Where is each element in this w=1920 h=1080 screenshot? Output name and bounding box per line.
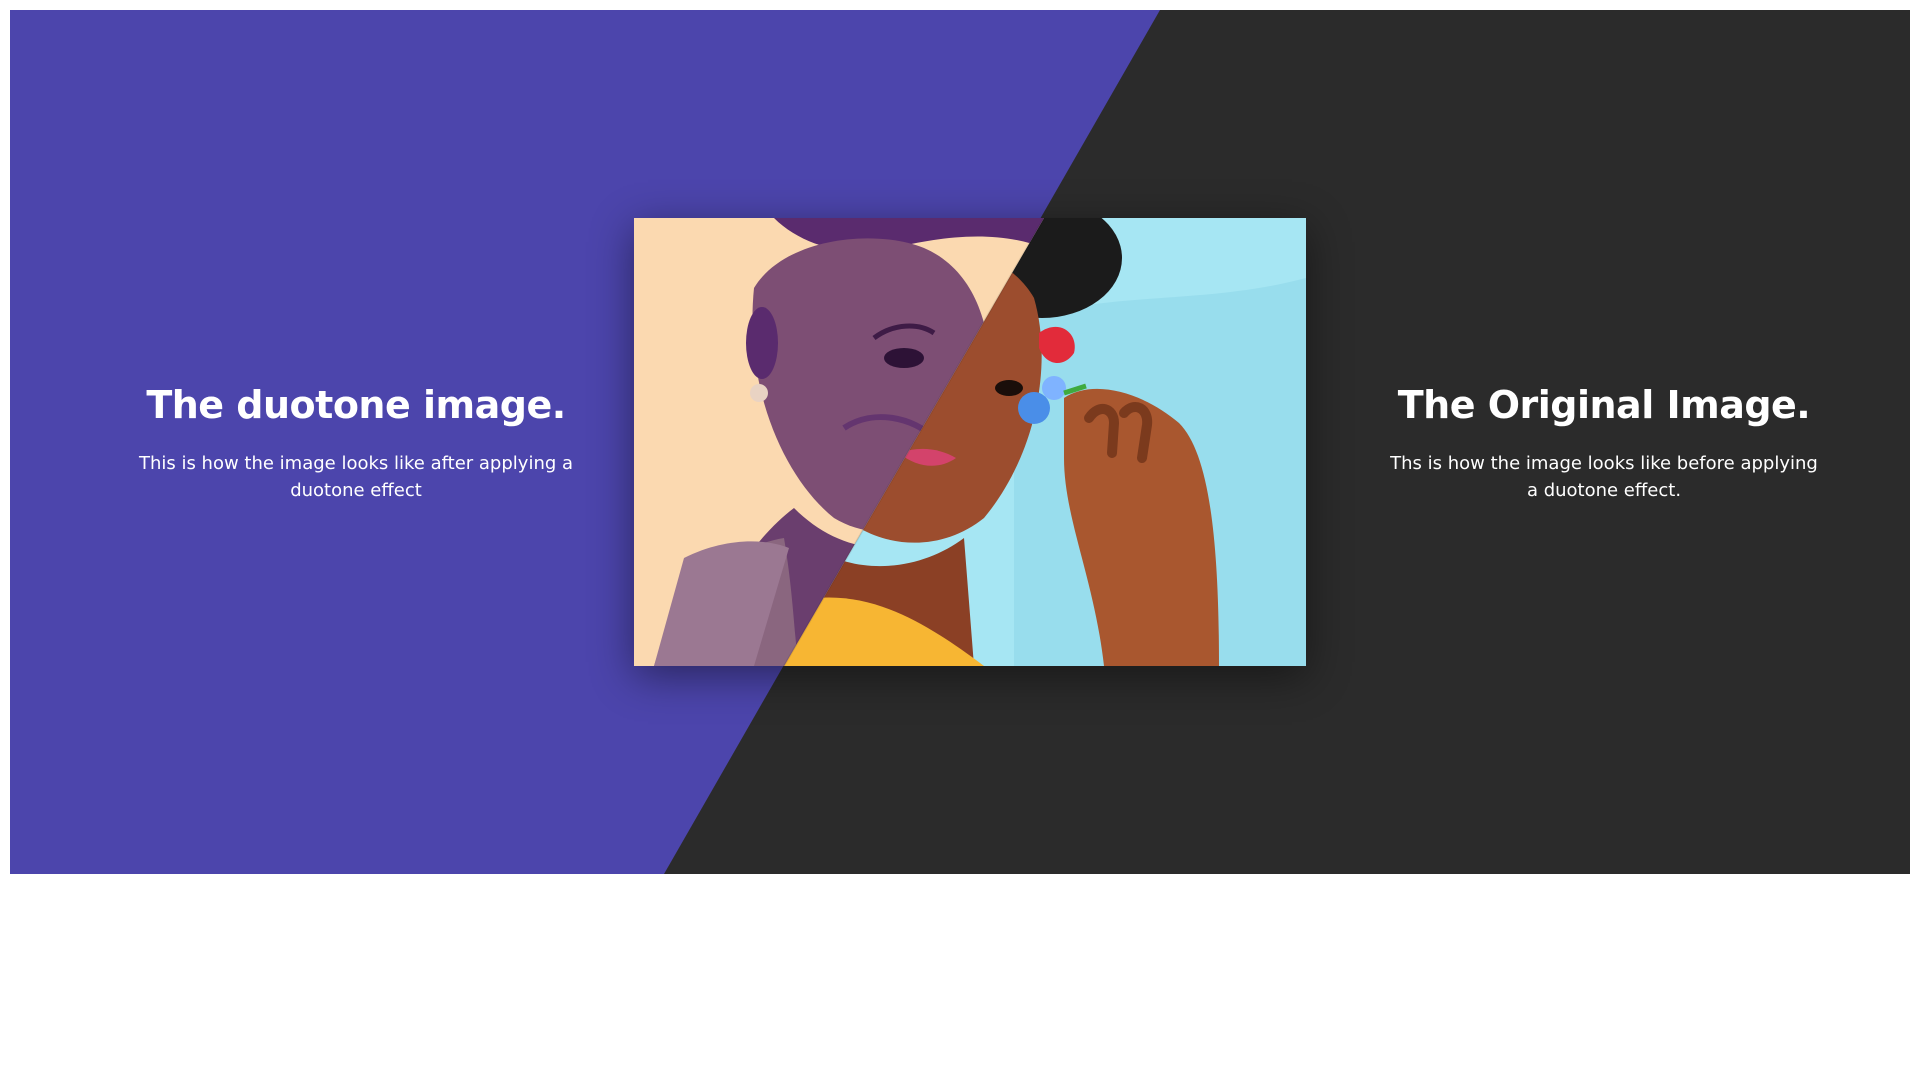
original-description: Ths is how the image looks like before a… — [1390, 453, 1818, 501]
portrait-image — [634, 218, 1306, 666]
original-caption: The Original Image. Ths is how the image… — [1384, 382, 1824, 504]
duotone-caption: The duotone image. This is how the image… — [136, 382, 576, 504]
duotone-title: The duotone image. — [146, 383, 566, 427]
duotone-description: This is how the image looks like after a… — [138, 453, 574, 501]
original-title: The Original Image. — [1397, 383, 1811, 427]
comparison-banner: The duotone image. This is how the image… — [10, 10, 1910, 874]
comparison-photo — [634, 218, 1306, 666]
